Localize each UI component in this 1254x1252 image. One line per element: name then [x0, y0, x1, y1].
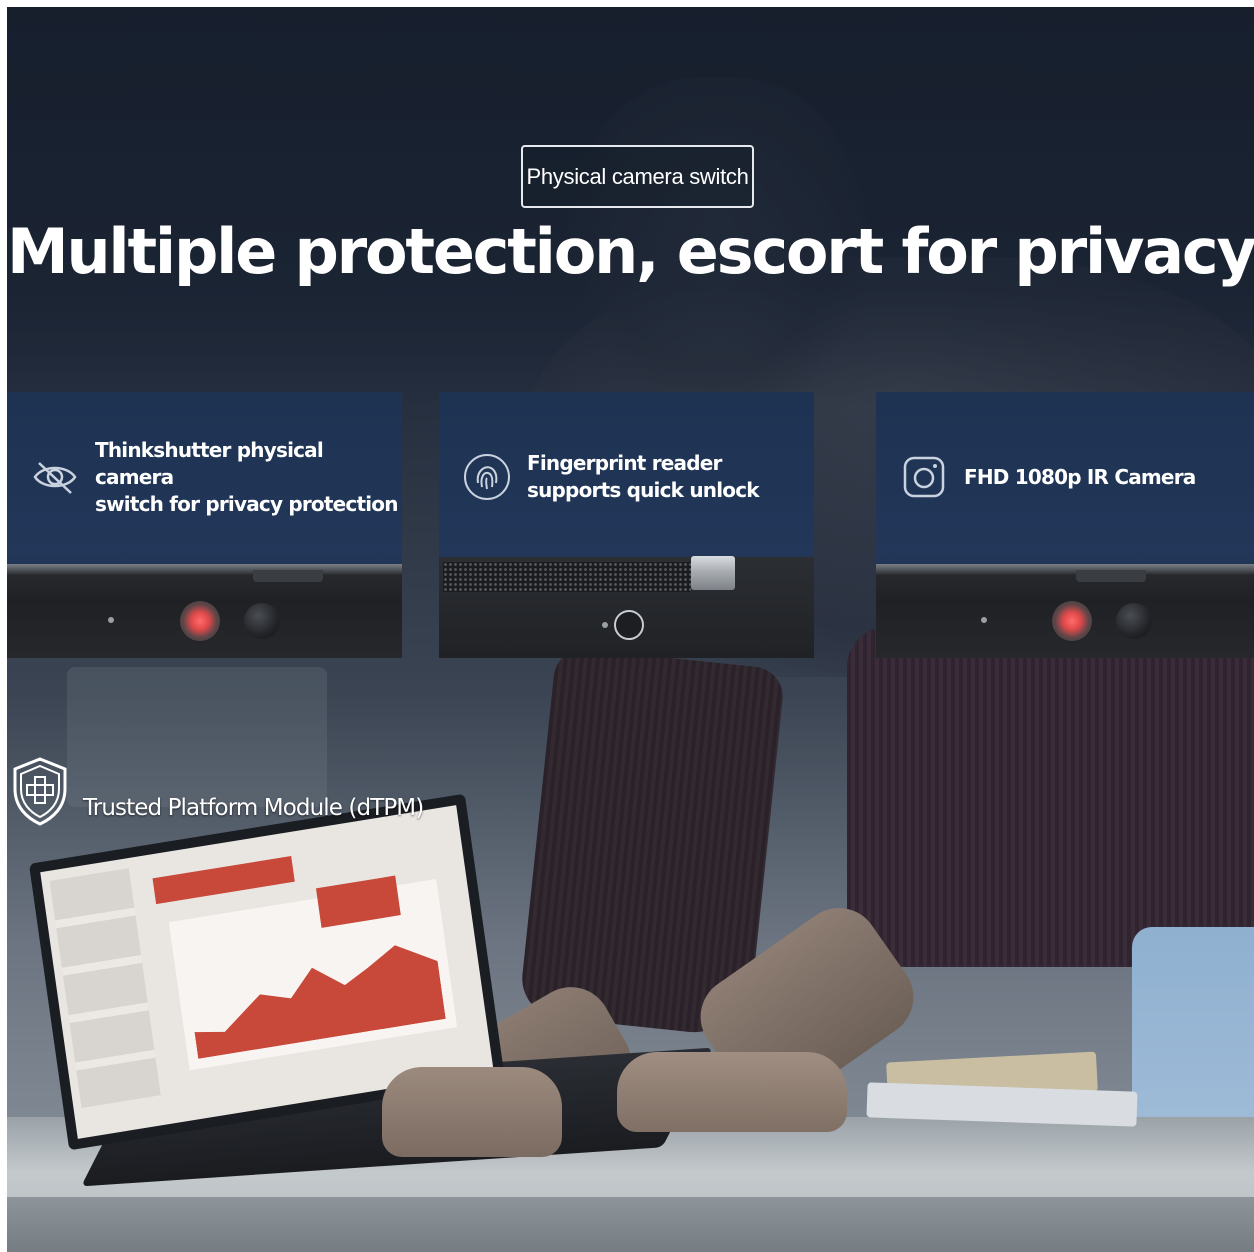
feature-tag: Physical camera switch	[521, 145, 754, 208]
ir-camera-lens	[180, 601, 220, 641]
laptop-bezel	[7, 564, 402, 658]
camera-icon	[903, 456, 945, 498]
hand-left	[382, 1067, 562, 1157]
desk-edge	[7, 1197, 1254, 1252]
feature-label: Fingerprint reader supports quick unlock	[527, 451, 760, 502]
indicator-led	[981, 617, 987, 623]
feature-label: Thinkshutter physical camera switch for …	[95, 437, 398, 516]
fingerprint-icon	[464, 454, 510, 500]
banner-canvas: Physical camera switch Multiple protecti…	[7, 7, 1254, 1252]
feature-label: FHD 1080p IR Camera	[964, 464, 1196, 489]
sweater-right-arm	[847, 627, 1254, 967]
hand-right	[617, 1052, 847, 1132]
indicator-led	[602, 622, 608, 628]
indicator-led	[108, 617, 114, 623]
camera-lens	[1116, 603, 1152, 639]
fingerprint-sensor	[614, 610, 644, 640]
feature-panel-camera: FHD 1080p IR Camera	[876, 392, 1254, 658]
camera-shutter-switch	[691, 556, 735, 590]
feature-panel-fingerprint: Fingerprint reader supports quick unlock	[439, 392, 814, 658]
camera-lens	[244, 603, 280, 639]
laptop-bezel	[876, 564, 1254, 658]
feature-panel-thinkshutter: Thinkshutter physical camera switch for …	[7, 392, 402, 658]
feature-tag-text: Physical camera switch	[526, 163, 749, 189]
eye-slash-icon	[33, 462, 77, 494]
ir-camera-lens	[1052, 601, 1092, 641]
tpm-feature: Trusted Platform Module (dTPM)	[9, 755, 424, 827]
tpm-label: Trusted Platform Module (dTPM)	[83, 795, 424, 821]
display-slide-thumbnails	[49, 868, 161, 1108]
headline: Multiple protection, escort for privacy	[7, 215, 1254, 288]
shield-plus-icon	[13, 757, 67, 826]
speaker-grille	[443, 562, 691, 592]
display-header-bar	[152, 856, 295, 905]
